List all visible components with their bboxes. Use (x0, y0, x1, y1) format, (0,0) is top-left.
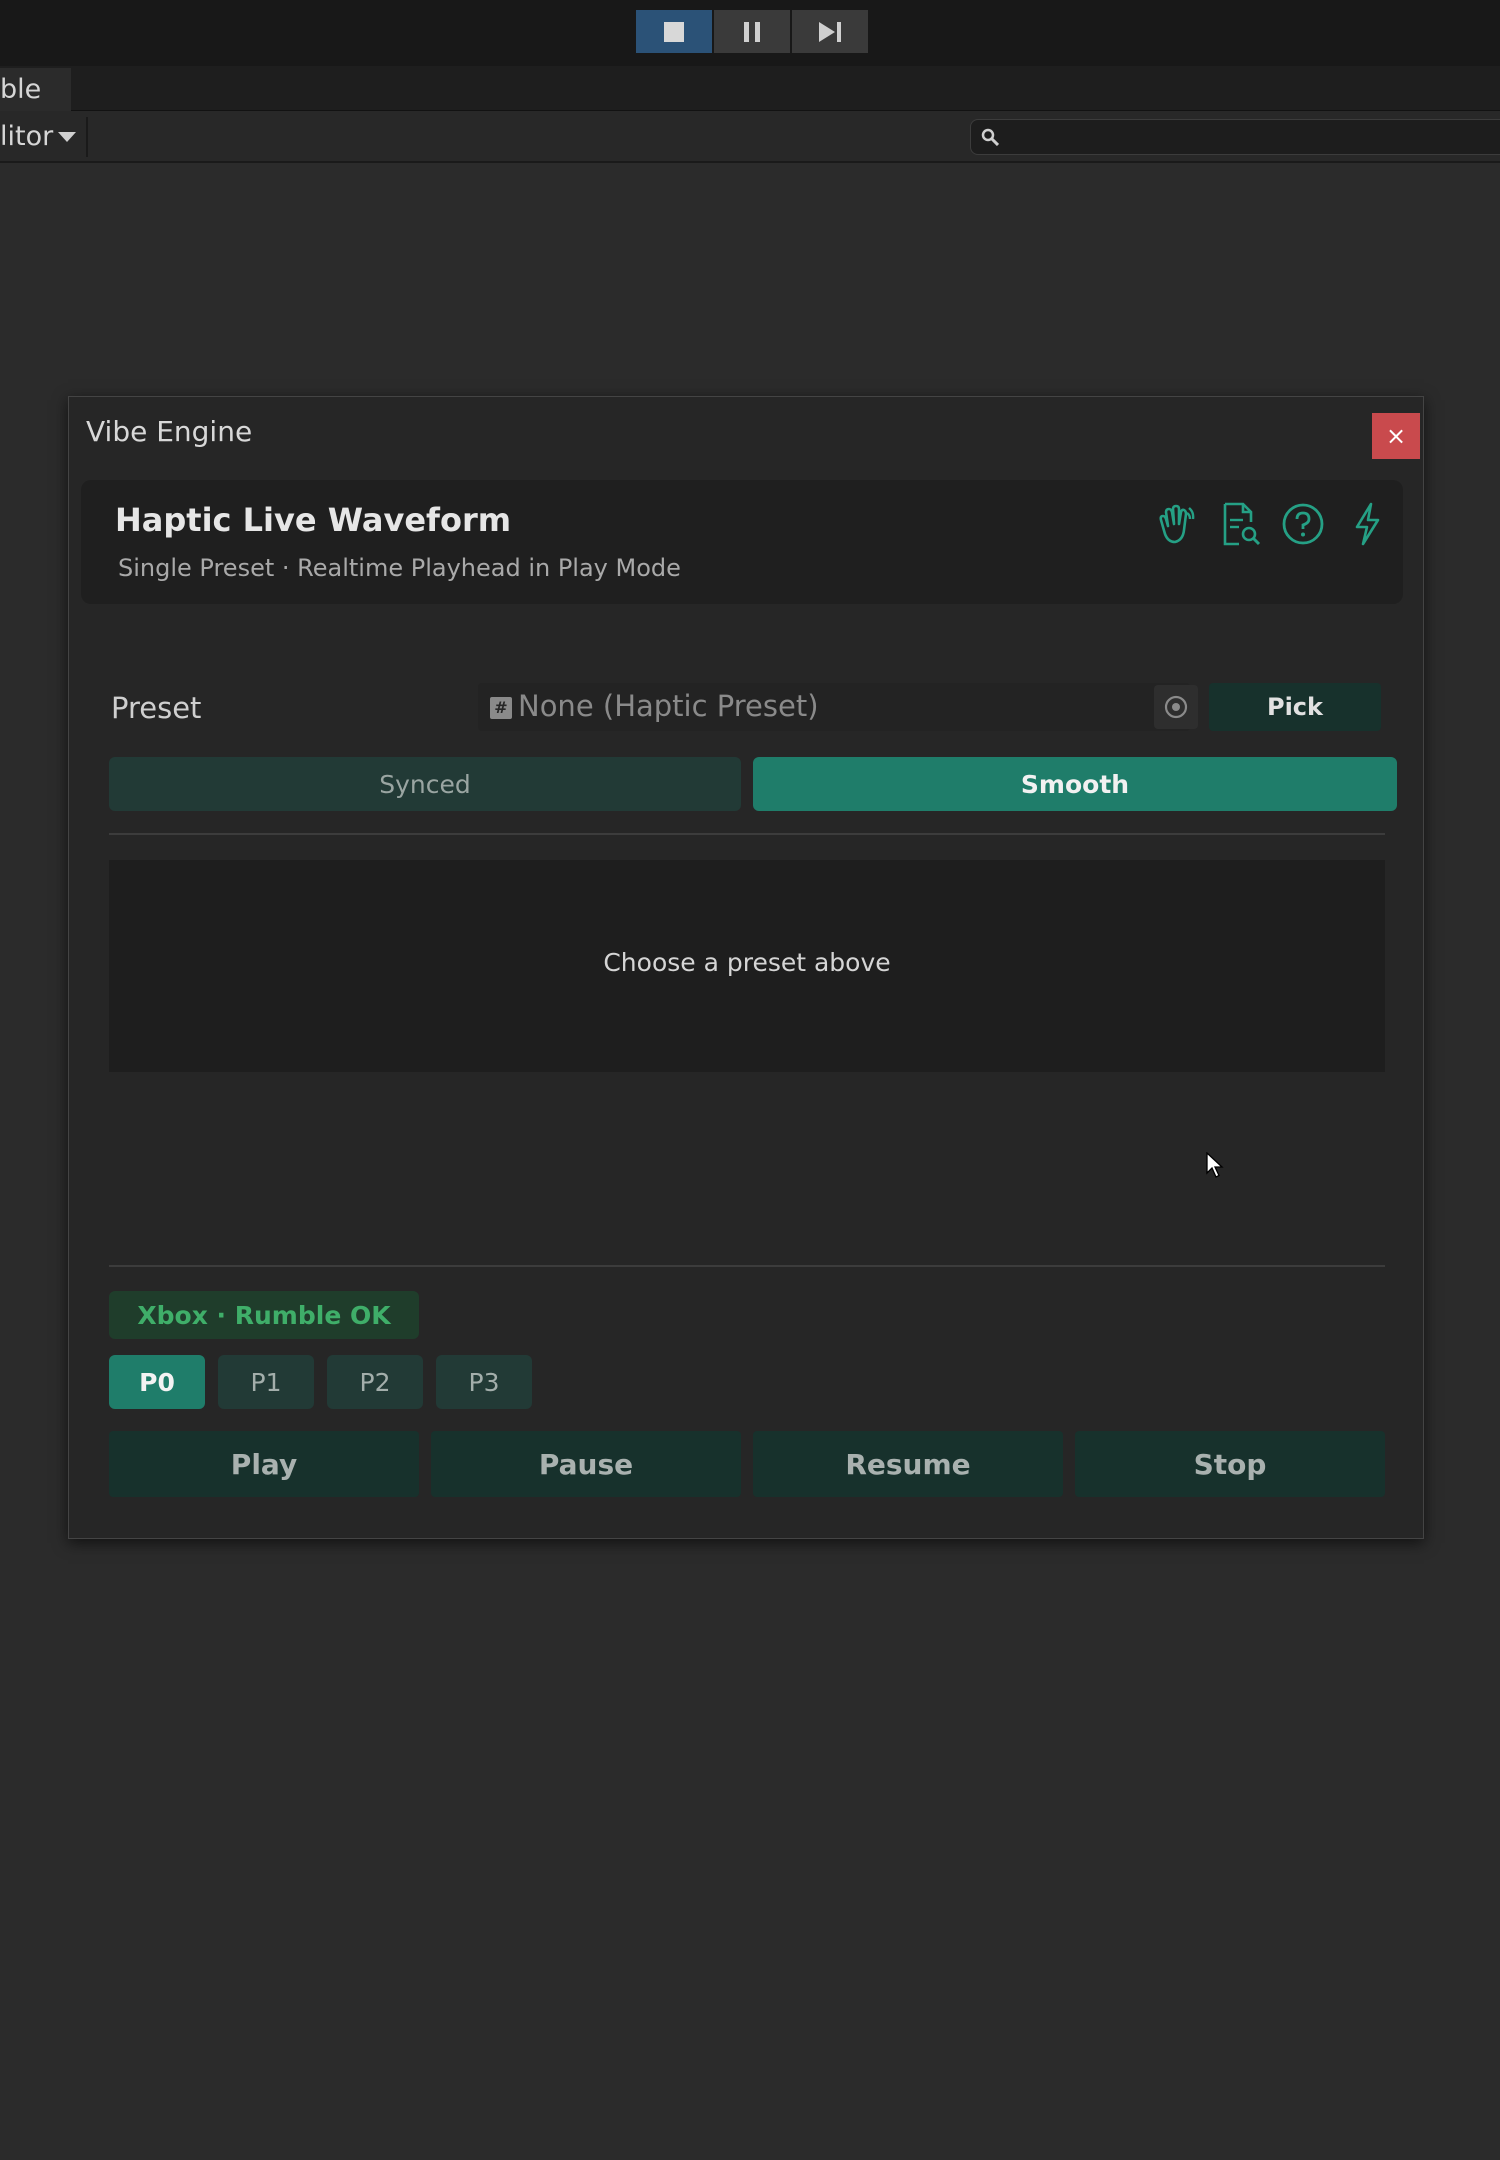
window-title: Vibe Engine (86, 415, 253, 448)
player-button-p0[interactable]: P0 (109, 1355, 205, 1409)
pause-label: Pause (538, 1447, 634, 1481)
stop-label: Stop (1193, 1447, 1267, 1481)
preset-object-field[interactable]: # None (Haptic Preset) (478, 683, 1190, 731)
close-button[interactable]: × (1372, 413, 1420, 459)
step-button[interactable] (792, 10, 868, 53)
mode-smooth-label: Smooth (1020, 769, 1130, 799)
close-icon: × (1385, 422, 1407, 450)
document-search-icon[interactable] (1215, 500, 1263, 548)
page-subtitle: Single Preset · Realtime Playhead in Pla… (118, 554, 681, 582)
editor-dropdown[interactable]: litor (0, 117, 88, 157)
asset-icon: # (490, 697, 512, 719)
status-text: Xbox · Rumble OK (137, 1300, 391, 1330)
divider (109, 1265, 1385, 1267)
divider (109, 833, 1385, 835)
resume-button[interactable]: Resume (753, 1431, 1063, 1497)
mode-synced-label: Synced (379, 769, 471, 799)
pause-action-button[interactable]: Pause (431, 1431, 741, 1497)
tab-console[interactable]: ble (0, 68, 71, 111)
player-label: P0 (139, 1367, 175, 1397)
pick-label: Pick (1266, 693, 1323, 721)
help-circle-icon[interactable] (1279, 500, 1327, 548)
waveform-area: Choose a preset above (109, 860, 1385, 1072)
mouse-cursor-icon (1206, 1152, 1224, 1178)
tab-label: ble (0, 74, 42, 105)
chevron-down-icon (58, 132, 76, 142)
player-button-p3[interactable]: P3 (436, 1355, 532, 1409)
step-icon (819, 21, 841, 42)
editor-subbar: litor (0, 111, 1500, 163)
stop-action-button[interactable]: Stop (1075, 1431, 1385, 1497)
player-button-p1[interactable]: P1 (218, 1355, 314, 1409)
tab-bar: ble (0, 66, 1500, 111)
dropdown-label: litor (0, 121, 54, 152)
header-card: Haptic Live Waveform Single Preset · Rea… (81, 480, 1403, 604)
object-picker-button[interactable] (1154, 685, 1198, 729)
vibe-engine-window: Vibe Engine × Haptic Live Waveform Singl… (68, 396, 1424, 1539)
page-title: Haptic Live Waveform (115, 501, 512, 539)
stop-icon (664, 21, 684, 42)
search-icon (981, 128, 999, 146)
mode-smooth-toggle[interactable]: Smooth (753, 757, 1397, 811)
pick-button[interactable]: Pick (1209, 683, 1381, 731)
status-badge: Xbox · Rumble OK (109, 1291, 419, 1339)
player-label: P3 (468, 1367, 500, 1397)
preset-label: Preset (111, 691, 202, 725)
play-label: Play (230, 1447, 298, 1481)
player-label: P1 (250, 1367, 282, 1397)
resume-label: Resume (845, 1447, 971, 1481)
pause-button[interactable] (714, 10, 790, 53)
waveform-placeholder: Choose a preset above (603, 948, 891, 977)
mode-synced-toggle[interactable]: Synced (109, 757, 741, 811)
search-input[interactable] (970, 119, 1500, 155)
preset-value: None (Haptic Preset) (518, 689, 819, 723)
hand-wave-icon[interactable] (1151, 500, 1199, 548)
player-button-p2[interactable]: P2 (327, 1355, 423, 1409)
pause-icon (744, 21, 760, 42)
player-label: P2 (359, 1367, 391, 1397)
target-icon (1164, 695, 1188, 719)
stop-button[interactable] (636, 10, 712, 53)
playmode-toolbar (0, 0, 1500, 66)
play-button[interactable]: Play (109, 1431, 419, 1497)
lightning-icon[interactable] (1343, 500, 1391, 548)
